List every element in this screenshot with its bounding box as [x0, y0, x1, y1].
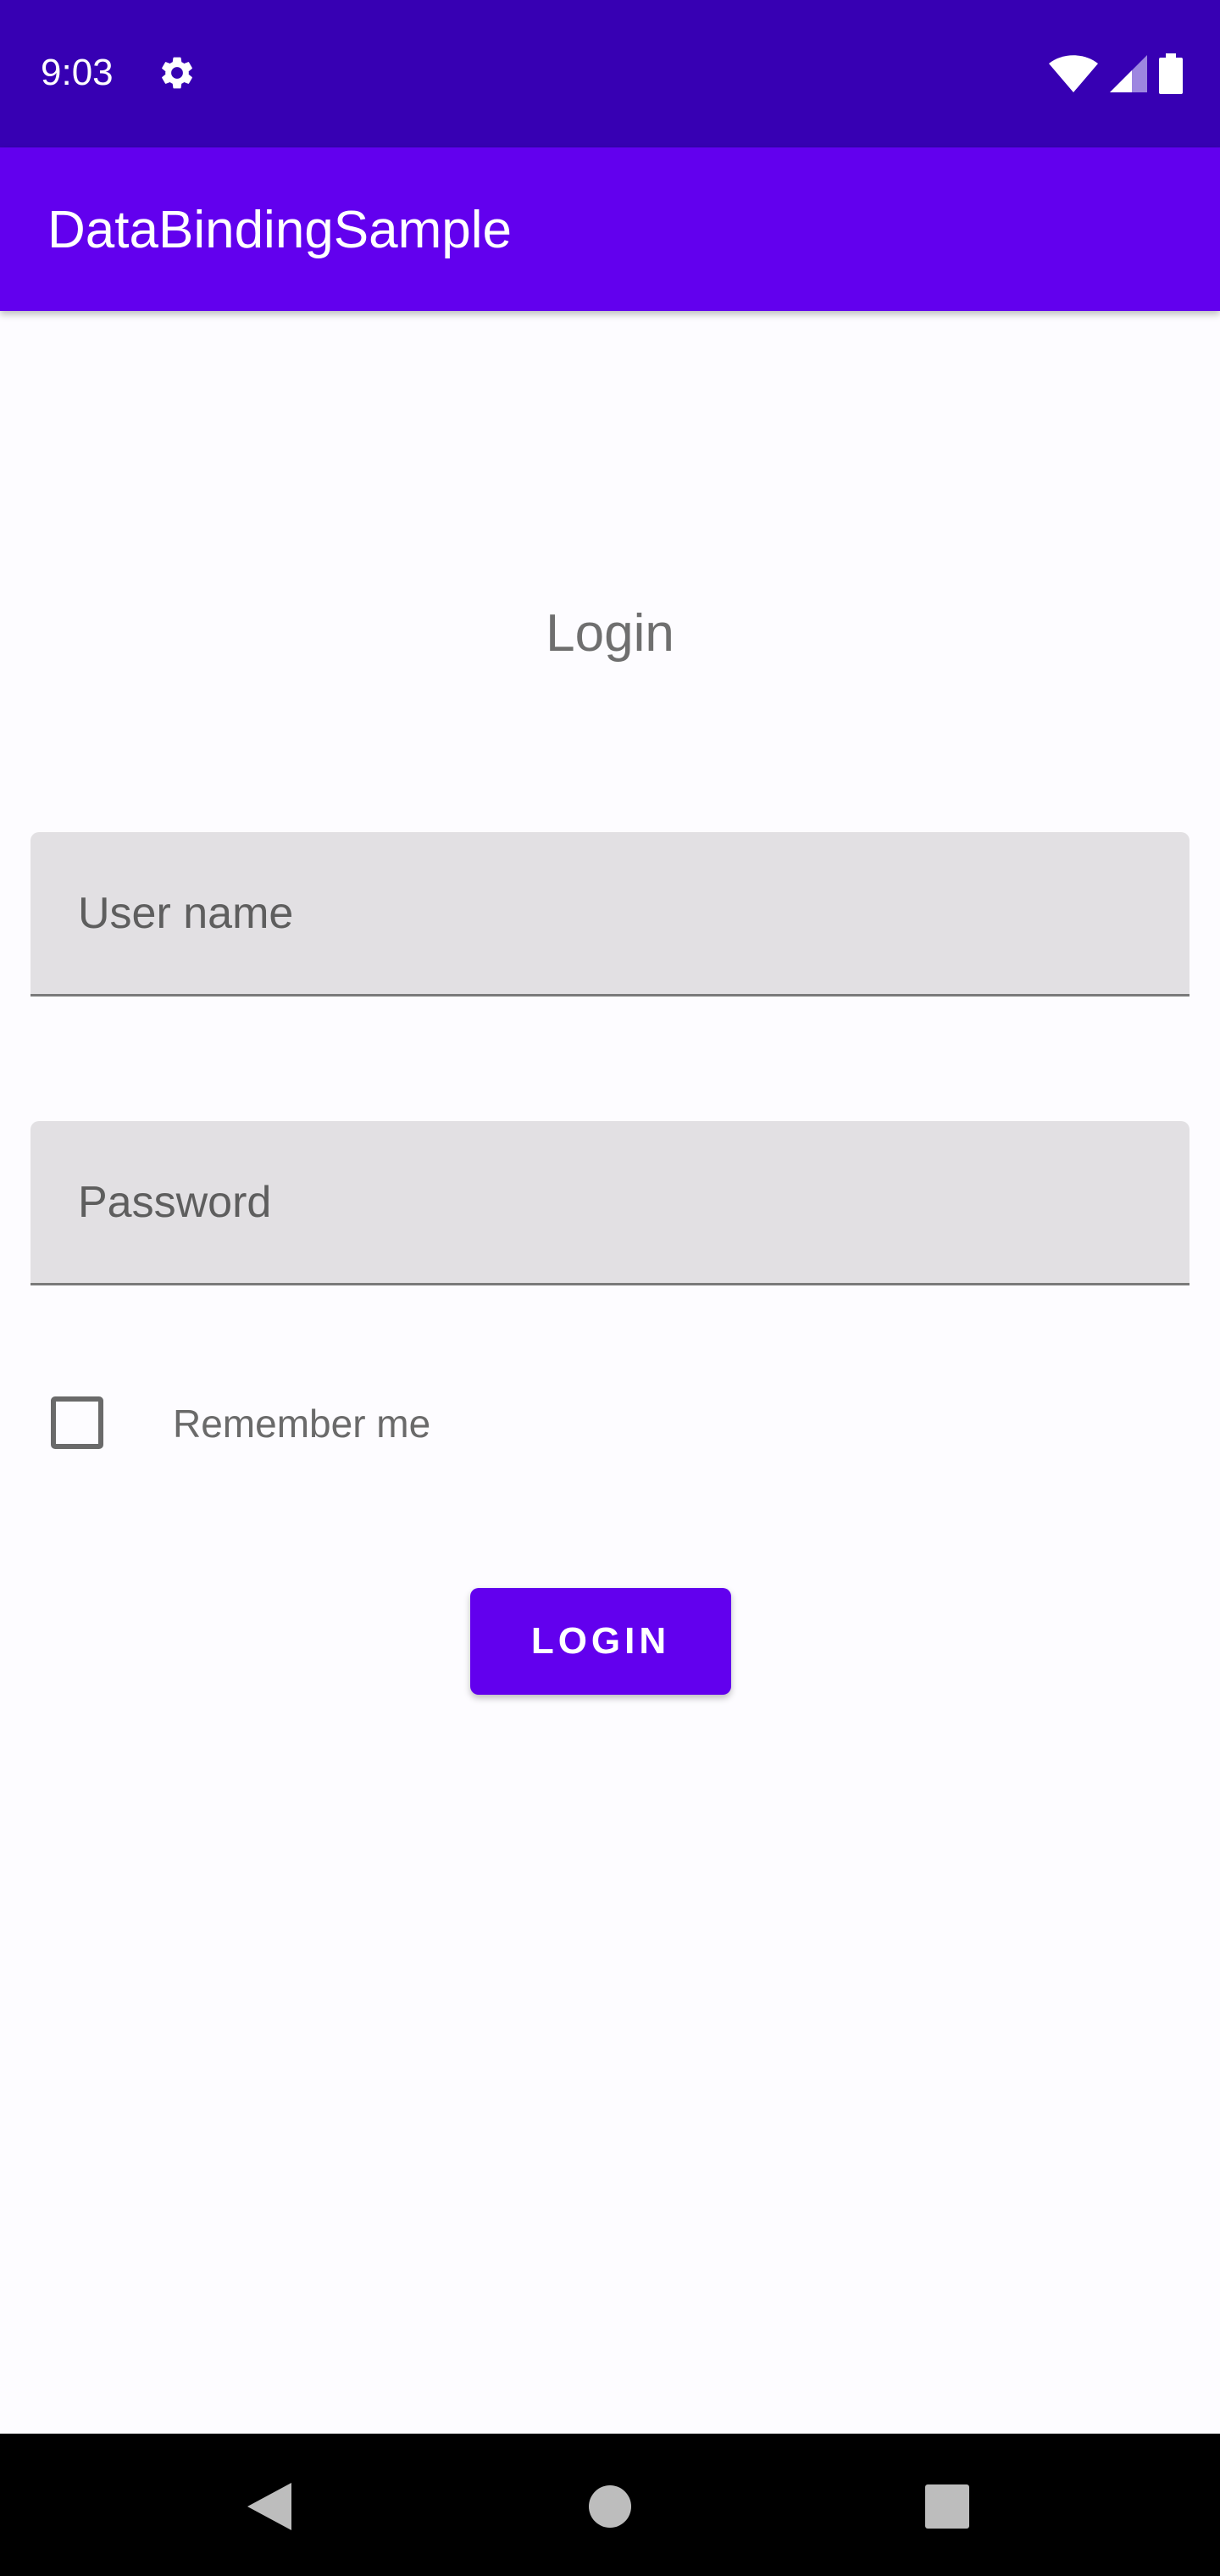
cellular-signal-icon: [1110, 55, 1147, 92]
username-field[interactable]: [30, 832, 1190, 997]
login-title: Login: [546, 604, 674, 663]
remember-me-label[interactable]: Remember me: [173, 1400, 430, 1447]
back-icon[interactable]: [247, 2483, 291, 2530]
recents-icon[interactable]: [925, 2484, 969, 2529]
remember-me-checkbox[interactable]: [51, 1396, 103, 1449]
login-button[interactable]: LOGIN: [470, 1588, 731, 1695]
password-input[interactable]: [78, 1121, 1162, 1283]
app-title: DataBindingSample: [47, 201, 513, 259]
username-input[interactable]: [78, 832, 1162, 994]
status-bar: 9:03: [0, 0, 1220, 147]
settings-gear-icon: [162, 57, 192, 89]
password-field[interactable]: [30, 1121, 1190, 1285]
status-time: 9:03: [41, 52, 114, 93]
home-icon[interactable]: [588, 2484, 632, 2529]
wifi-icon: [1049, 55, 1098, 92]
login-screen: 9:03 DataBindingSample Login User name R…: [0, 0, 1220, 2576]
status-icons: [1049, 53, 1183, 95]
battery-icon: [1159, 53, 1183, 94]
app-bar: DataBindingSample: [0, 147, 1220, 311]
remember-me-row[interactable]: Remember me: [0, 1373, 1220, 1474]
